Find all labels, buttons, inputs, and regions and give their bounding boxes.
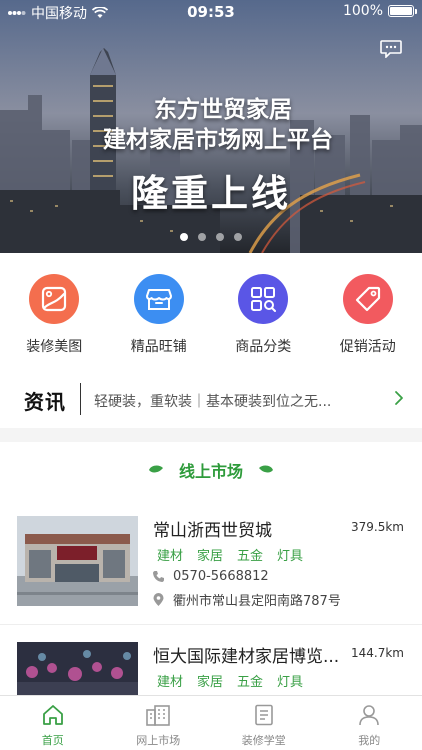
battery-icon <box>388 5 417 17</box>
promo-banner[interactable]: 中国移动 09:53 100% 东方世贸家居 建材家居市场网上平台 隆重上线 <box>0 0 422 253</box>
market-phone-number: 0570-5668812 <box>173 569 269 584</box>
tab-mine[interactable]: 我的 <box>317 696 422 750</box>
quick-nav: 装修美图 精品旺铺 商品分类 促销活动 <box>0 274 422 356</box>
market-tag: 家居 <box>197 549 224 564</box>
quick-nav-label: 装修美图 <box>26 339 83 355</box>
carousel-dot[interactable] <box>198 233 206 241</box>
news-ticker[interactable]: 资讯 轻硬装，重软装｜基本硬装到位之无... <box>0 378 422 420</box>
quick-nav-categories[interactable]: 商品分类 <box>213 274 313 356</box>
tab-label: 首页 <box>41 734 64 747</box>
market-tag: 灯具 <box>277 675 304 690</box>
carousel-dot[interactable] <box>234 233 242 241</box>
quick-nav-decoration-gallery[interactable]: 装修美图 <box>4 274 104 356</box>
market-distance: 379.5km <box>351 520 404 534</box>
shop-icon <box>133 274 184 324</box>
document-icon <box>254 704 273 726</box>
tab-label: 装修学堂 <box>241 734 286 747</box>
quick-nav-promotions[interactable]: 促销活动 <box>318 274 418 356</box>
banner-title: 东方世贸家居 <box>154 97 292 123</box>
section-heading: 线上市场 <box>0 458 422 482</box>
section-title: 线上市场 <box>178 462 243 481</box>
news-headline[interactable]: 轻硬装，重软装｜基本硬装到位之无... <box>94 391 374 411</box>
tab-online-market[interactable]: 网上市场 <box>106 696 212 750</box>
tab-label: 网上市场 <box>136 734 181 747</box>
quick-nav-label: 促销活动 <box>339 339 396 355</box>
phone-icon <box>153 571 164 582</box>
quick-nav-featured-shops[interactable]: 精品旺铺 <box>109 274 209 356</box>
carousel-dot[interactable] <box>216 233 224 241</box>
market-tag: 五金 <box>237 549 264 564</box>
quick-nav-label: 商品分类 <box>235 339 292 355</box>
banner-headline: 隆重上线 <box>131 172 291 215</box>
market-tag: 家居 <box>197 675 224 690</box>
divider <box>0 624 422 625</box>
grid-search-icon <box>238 274 289 324</box>
market-tag: 建材 <box>157 549 184 564</box>
carousel-dot[interactable] <box>180 233 188 241</box>
chevron-right-icon[interactable] <box>394 390 404 406</box>
market-thumbnail <box>17 516 138 606</box>
market-tags: 建材 家居 五金 灯具 <box>157 545 303 564</box>
leaf-right-icon <box>259 465 273 473</box>
tab-label: 我的 <box>358 734 381 747</box>
tab-decoration-school[interactable]: 装修学堂 <box>211 696 317 750</box>
carousel-indicator[interactable] <box>0 233 422 241</box>
divider <box>80 383 81 415</box>
market-address: 衢州市常山县定阳南路787号 <box>152 590 341 609</box>
market-name: 常山浙西世贸城 <box>153 521 272 541</box>
market-tag: 灯具 <box>277 549 304 564</box>
banner-subtitle: 建材家居市场网上平台 <box>103 127 333 153</box>
image-icon <box>29 274 80 324</box>
tab-home[interactable]: 首页 <box>0 696 106 750</box>
message-icon[interactable] <box>380 40 402 58</box>
market-distance: 144.7km <box>351 646 404 660</box>
market-name: 恒大国际建材家居博览... <box>153 647 340 667</box>
status-bar: 中国移动 09:53 100% <box>0 0 422 24</box>
battery-percent: 100% <box>342 3 383 19</box>
market-address-text: 衢州市常山县定阳南路787号 <box>173 594 341 609</box>
section-spacer <box>0 428 422 442</box>
market-tag: 建材 <box>157 675 184 690</box>
building-icon <box>146 705 171 726</box>
market-tag: 五金 <box>237 675 264 690</box>
news-logo: 资讯 <box>24 390 66 414</box>
bottom-tab-bar: 首页 网上市场 装修学堂 我的 <box>0 695 422 750</box>
leaf-left-icon <box>148 465 163 473</box>
quick-nav-label: 精品旺铺 <box>130 339 187 355</box>
market-phone[interactable]: 0570-5668812 <box>152 569 269 584</box>
home-icon <box>42 705 63 725</box>
market-tags: 建材 家居 五金 灯具 <box>157 671 303 690</box>
tag-icon <box>342 274 393 324</box>
user-icon <box>359 705 380 726</box>
location-pin-icon <box>153 592 164 606</box>
